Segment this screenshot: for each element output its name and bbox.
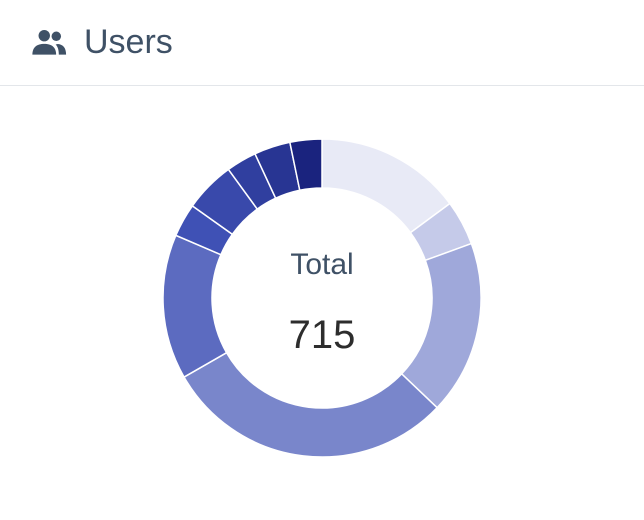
users-card: Users Total 715 [0,0,644,520]
users-donut-chart: Total 715 [0,87,644,520]
total-label: Total [290,248,354,281]
users-icon [30,29,68,55]
total-value: 715 [288,313,356,357]
donut-svg [162,138,482,458]
card-header: Users [0,0,644,86]
donut-slice-5[interactable] [162,234,228,379]
card-title: Users [84,23,173,61]
donut-slice-4[interactable] [183,351,439,458]
